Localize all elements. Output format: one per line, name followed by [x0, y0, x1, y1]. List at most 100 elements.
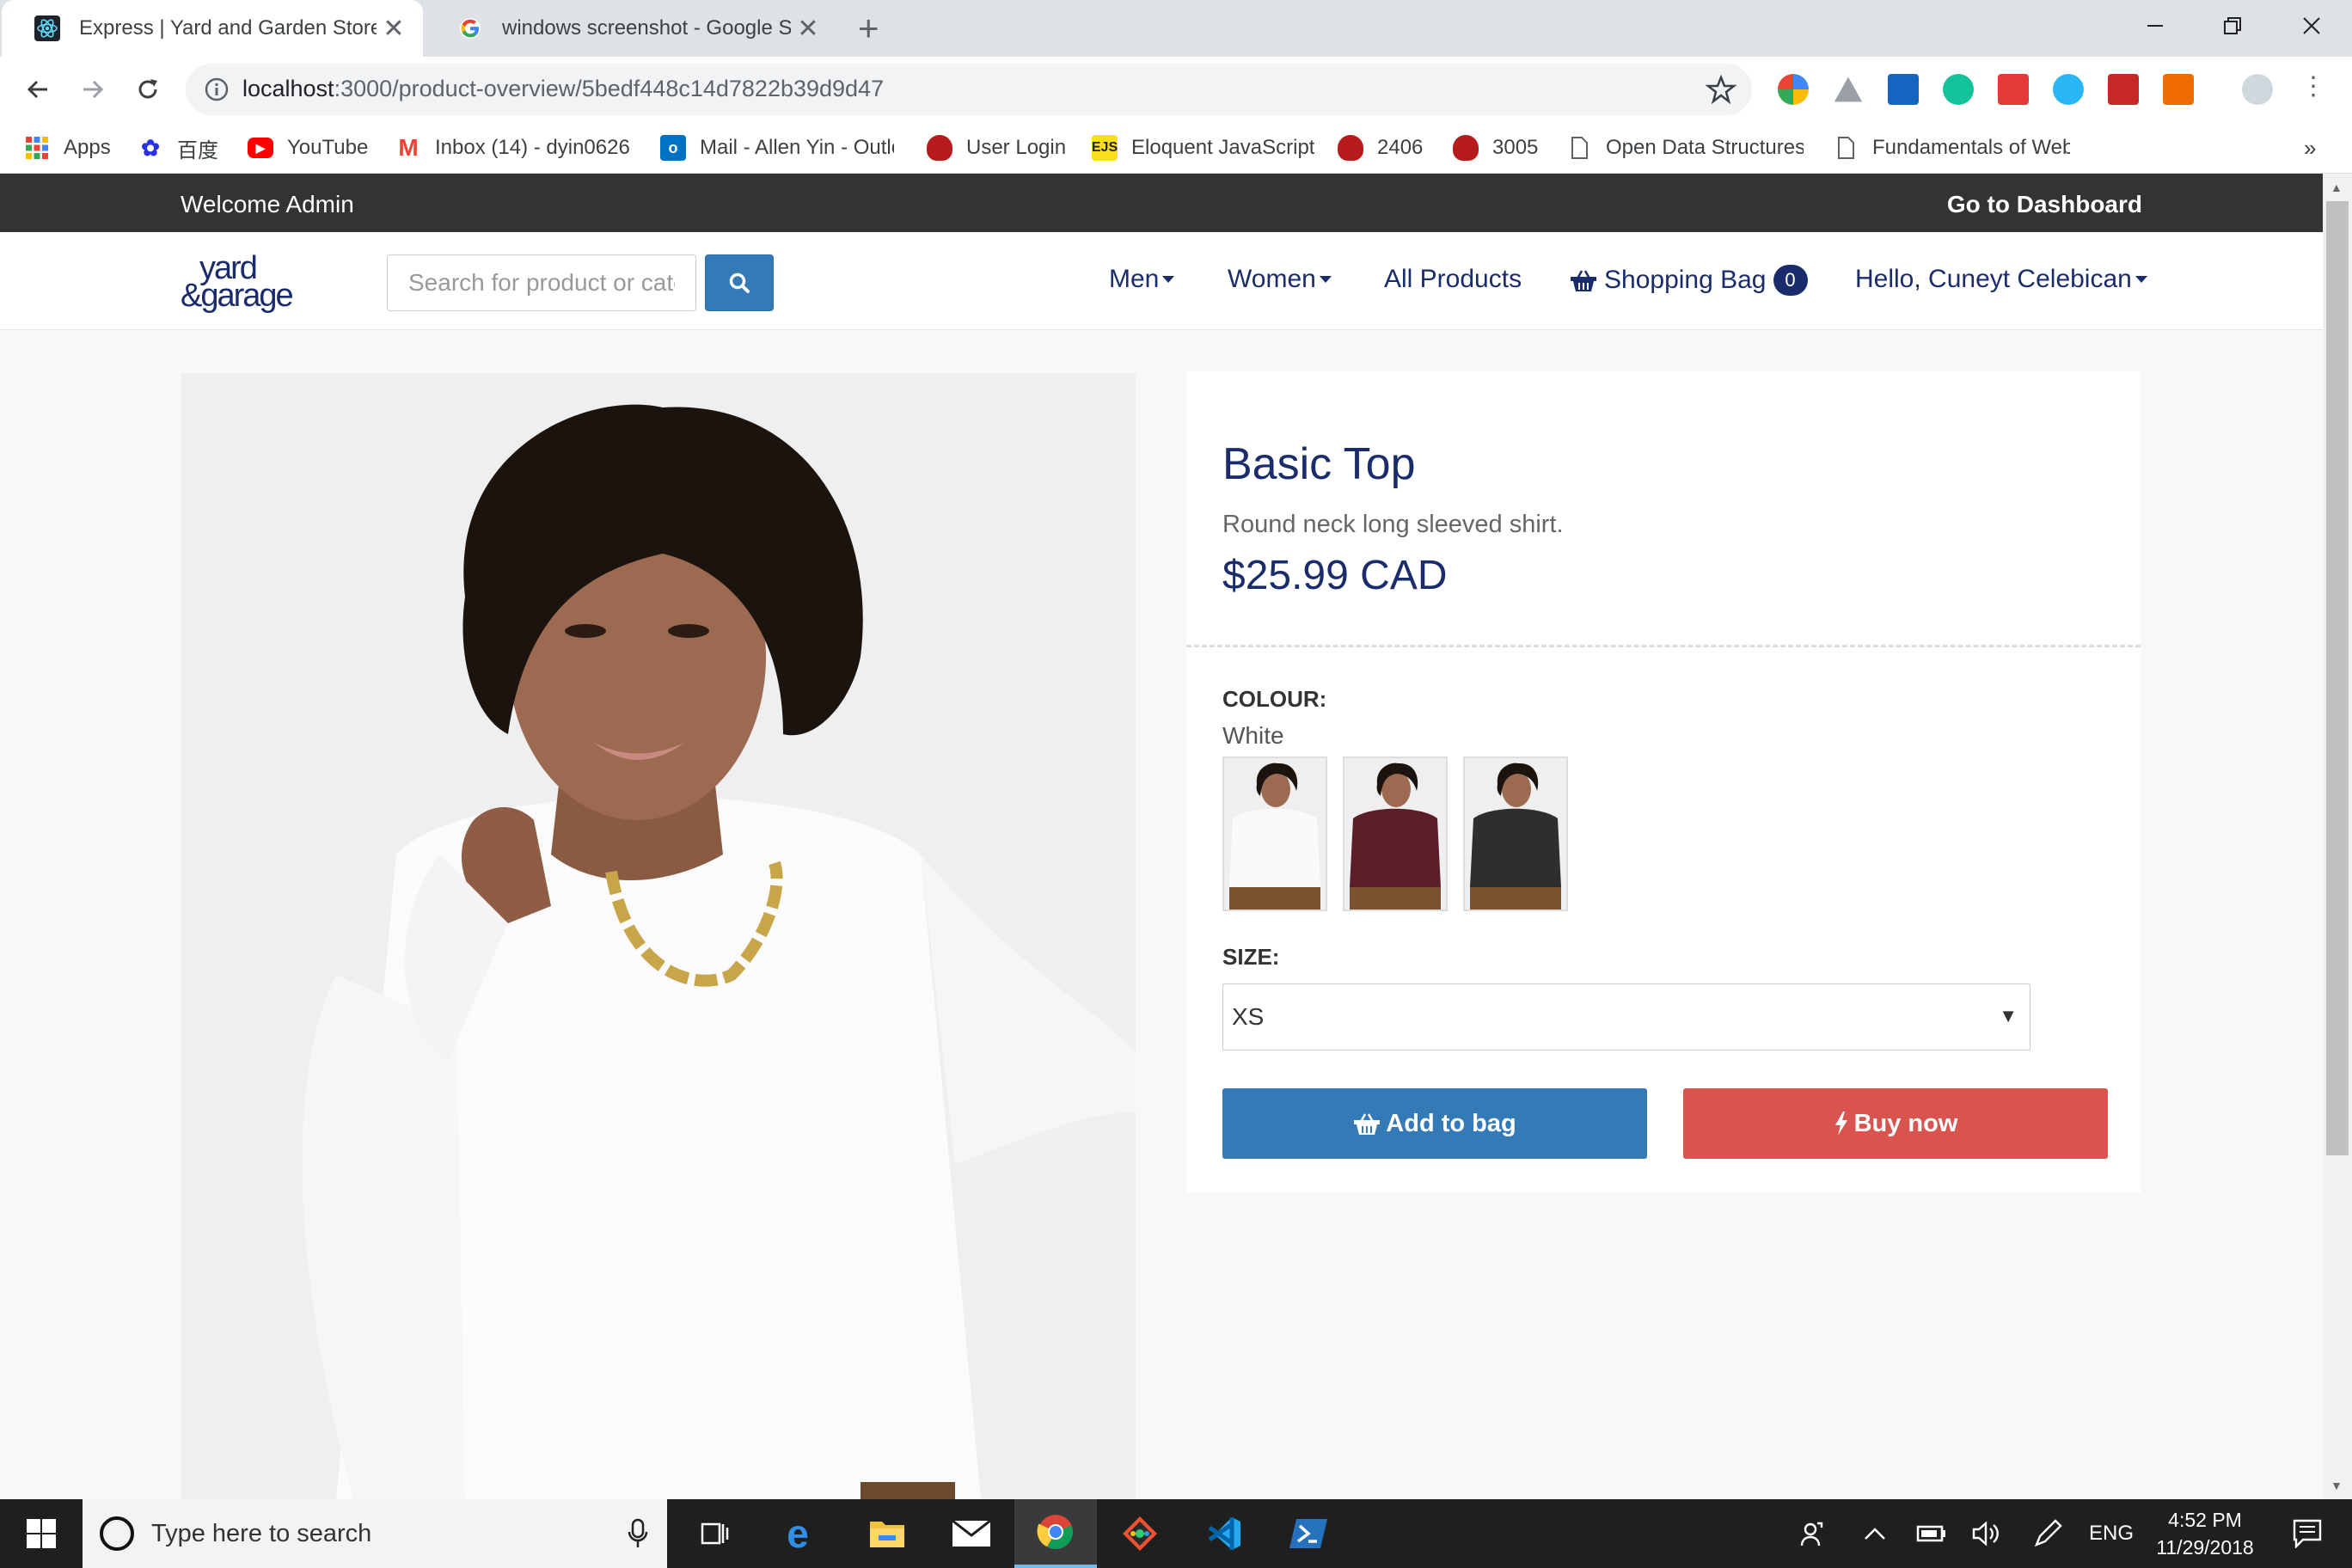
- clock[interactable]: 4:52 PM 11/29/2018: [2132, 1506, 2278, 1561]
- tab-express-store[interactable]: Express | Yard and Garden Store ✕: [2, 0, 423, 57]
- nav-women[interactable]: Women: [1228, 265, 1332, 294]
- url-text[interactable]: localhost:3000/product-overview/5bedf448…: [242, 76, 884, 102]
- people-button[interactable]: [1788, 1499, 1840, 1568]
- drive-icon[interactable]: [1834, 77, 1863, 102]
- shield-icon: [1453, 135, 1479, 161]
- gmail-icon: M: [398, 134, 419, 161]
- bookmarks-overflow-button[interactable]: »: [2304, 132, 2316, 163]
- bookmark-label: YouTube: [287, 136, 369, 159]
- task-view-button[interactable]: [674, 1499, 756, 1568]
- start-button[interactable]: [0, 1499, 83, 1568]
- bookmark-star-icon[interactable]: [1706, 74, 1736, 105]
- language-indicator[interactable]: ENG: [2086, 1499, 2137, 1568]
- windows-taskbar: Type here to search e ENG 4:52 PM 11/29/…: [0, 1499, 2352, 1568]
- nav-user-menu[interactable]: Hello, Cuneyt Celebican: [1855, 265, 2147, 294]
- browser-toolbar: localhost:3000/product-overview/5bedf448…: [0, 57, 2352, 122]
- info-icon[interactable]: [203, 76, 230, 103]
- pdf-icon[interactable]: [1998, 74, 2029, 105]
- close-tab-icon[interactable]: ✕: [377, 14, 411, 44]
- battery-button[interactable]: [1908, 1499, 1955, 1568]
- bookmark-label: 2406: [1377, 136, 1424, 159]
- scroll-up-arrow-icon[interactable]: ▲: [2331, 181, 2343, 194]
- bookmark-outlook[interactable]: o Mail - Allen Yin - Outlook: [660, 132, 894, 163]
- buy-now-button[interactable]: Buy now: [1683, 1088, 2108, 1159]
- microphone-icon[interactable]: [628, 1518, 648, 1549]
- cast-icon[interactable]: [2163, 74, 2194, 105]
- clock-time: 4:52 PM: [2168, 1509, 2242, 1531]
- acrobat-icon[interactable]: [2108, 74, 2139, 105]
- close-window-button[interactable]: [2273, 0, 2350, 52]
- search-extension-icon[interactable]: [2053, 74, 2084, 105]
- restore-button[interactable]: [2194, 0, 2271, 52]
- taskbar-mail[interactable]: [930, 1499, 1013, 1568]
- action-center-button[interactable]: [2278, 1499, 2338, 1568]
- grammarly-icon[interactable]: [1943, 74, 1974, 105]
- search-button[interactable]: [705, 254, 774, 311]
- bookmark-3005[interactable]: 3005: [1453, 132, 1538, 163]
- bookmark-baidu[interactable]: ✿ 百度: [138, 132, 218, 163]
- taskbar-chrome[interactable]: [1014, 1499, 1097, 1568]
- bookmark-2406[interactable]: 2406: [1338, 132, 1423, 163]
- extension-icon[interactable]: [1778, 74, 1809, 105]
- bookmark-youtube[interactable]: ▶ YouTube: [248, 132, 368, 163]
- yard-garage-logo[interactable]: yard &garage: [179, 244, 329, 318]
- bookmark-user-login[interactable]: User Login: [927, 132, 1066, 163]
- page-scrollbar[interactable]: ▲ ▼: [2323, 174, 2352, 1499]
- bookmark-label: User Login: [966, 136, 1067, 159]
- extension-icon[interactable]: [1888, 74, 1919, 105]
- page-icon: [1838, 137, 1854, 159]
- taskbar-vscode[interactable]: [1183, 1499, 1265, 1568]
- chrome-icon: [1037, 1515, 1073, 1549]
- size-select[interactable]: XS ▼: [1222, 983, 2030, 1050]
- ejs-icon: EJS: [1092, 135, 1118, 161]
- task-view-icon: [701, 1522, 729, 1545]
- nav-all-products[interactable]: All Products: [1384, 265, 1522, 294]
- scroll-down-arrow-icon[interactable]: ▼: [2331, 1479, 2343, 1492]
- close-tab-icon[interactable]: ✕: [791, 14, 825, 44]
- nav-all-products-label: All Products: [1384, 265, 1522, 293]
- bookmark-eloquent-js[interactable]: EJS Eloquent JavaScript: [1092, 132, 1314, 163]
- pen-workspace-button[interactable]: [2022, 1499, 2073, 1568]
- taskbar-gitkraken[interactable]: [1099, 1499, 1181, 1568]
- bookmark-label: Open Data Structures: [1606, 136, 1804, 159]
- colour-label: COLOUR:: [1222, 686, 1327, 712]
- nav-men[interactable]: Men: [1109, 265, 1175, 294]
- size-selected-value: XS: [1232, 1003, 1265, 1030]
- model-photo: [181, 373, 1136, 1499]
- volume-button[interactable]: [1963, 1499, 2010, 1568]
- notification-icon: [2293, 1519, 2322, 1548]
- back-button[interactable]: [17, 69, 58, 110]
- add-to-bag-button[interactable]: Add to bag: [1222, 1088, 1647, 1159]
- menu-icon[interactable]: ⋮: [2300, 74, 2326, 105]
- colour-swatch-burgundy[interactable]: [1343, 756, 1448, 911]
- chevron-up-icon: [1865, 1528, 1885, 1540]
- taskbar-powershell[interactable]: [1267, 1499, 1350, 1568]
- avatar[interactable]: [2242, 74, 2273, 105]
- colour-swatch-charcoal[interactable]: [1463, 756, 1568, 911]
- scrollbar-thumb[interactable]: [2326, 201, 2349, 1155]
- taskbar-edge[interactable]: e: [756, 1499, 839, 1568]
- new-tab-button[interactable]: +: [858, 9, 879, 48]
- bookmark-fundamentals-of-web[interactable]: Fundamentals of Web: [1833, 132, 2070, 163]
- shield-icon: [927, 135, 952, 161]
- show-hidden-icons-button[interactable]: [1852, 1499, 1898, 1568]
- forward-button[interactable]: [72, 69, 113, 110]
- nav-shopping-bag[interactable]: Shopping Bag 0: [1570, 265, 1808, 296]
- reload-icon: [138, 79, 157, 99]
- bookmark-open-data-structures[interactable]: Open Data Structures: [1566, 132, 1804, 163]
- minimize-button[interactable]: [2116, 0, 2194, 52]
- folder-icon: [870, 1522, 904, 1547]
- add-to-bag-label: Add to bag: [1386, 1109, 1516, 1137]
- bookmark-apps[interactable]: Apps: [24, 132, 111, 163]
- dashboard-link[interactable]: Go to Dashboard: [1947, 191, 2142, 218]
- tab-google-search[interactable]: windows screenshot - Google Search ✕: [425, 0, 837, 57]
- taskbar-search-box[interactable]: Type here to search: [83, 1499, 667, 1568]
- taskbar-file-explorer[interactable]: [846, 1499, 928, 1568]
- address-bar[interactable]: localhost:3000/product-overview/5bedf448…: [186, 64, 1752, 115]
- colour-swatch-white[interactable]: [1222, 756, 1327, 911]
- reload-button[interactable]: [127, 69, 168, 110]
- shopping-basket-icon: [1354, 1113, 1381, 1135]
- search-input[interactable]: [387, 254, 696, 311]
- url-path: :3000/product-overview/5bedf448c14d7822b…: [334, 76, 885, 101]
- bookmark-gmail[interactable]: M Inbox (14) - dyin0626: [395, 132, 629, 163]
